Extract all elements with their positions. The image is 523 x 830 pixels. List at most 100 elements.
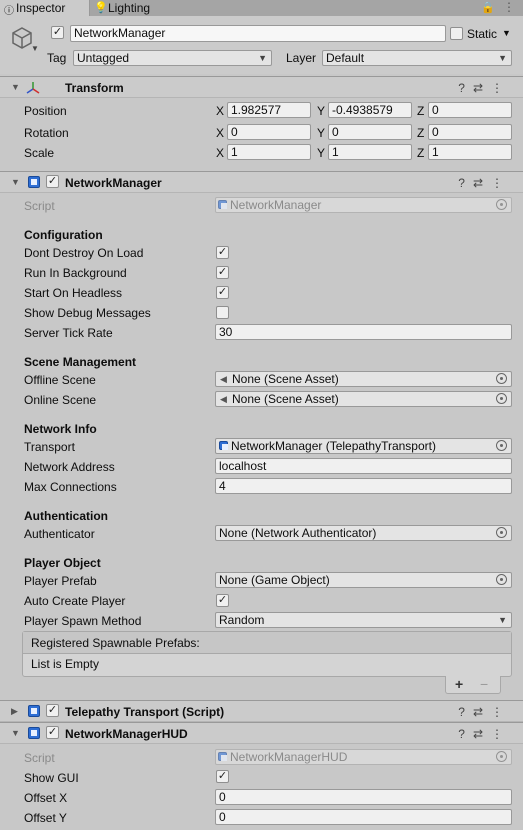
axis-z-label: Z (417, 146, 425, 160)
object-header: ▼ ✓ NetworkManager Static ▼ Tag Untagged… (0, 16, 523, 74)
run-in-background-checkbox[interactable]: ✓ (216, 266, 229, 279)
scale-x-field[interactable]: 1 (227, 144, 311, 160)
foldout-arrow-icon[interactable]: ▶ (11, 706, 18, 717)
network-address-field[interactable]: localhost (215, 458, 512, 474)
layer-dropdown[interactable]: Default ▼ (322, 50, 512, 66)
object-name-field[interactable]: NetworkManager (70, 25, 446, 42)
hud-header[interactable]: ▼ ✓ NetworkManagerHUD ?⇄⋮ (0, 722, 523, 744)
list-empty-text: List is Empty (31, 657, 100, 671)
max-connections-label: Max Connections (24, 480, 117, 494)
component-icons[interactable]: ?⇄⋮ (458, 727, 511, 741)
run-in-background-label: Run In Background (24, 266, 127, 280)
tag-value: Untagged (77, 51, 130, 65)
static-checkbox[interactable] (450, 27, 463, 40)
object-picker-icon[interactable] (496, 440, 507, 451)
foldout-arrow-icon[interactable]: ▼ (11, 728, 20, 738)
auto-create-checkbox[interactable]: ✓ (216, 594, 229, 607)
script-icon (28, 176, 40, 188)
offset-y-label: Offset Y (24, 811, 67, 825)
start-on-headless-checkbox[interactable]: ✓ (216, 286, 229, 299)
chevron-down-icon: ▼ (258, 53, 267, 63)
show-debug-checkbox[interactable] (216, 306, 229, 319)
list-footer: + − (445, 676, 501, 694)
component-icons[interactable]: ?⇄⋮ (458, 705, 511, 719)
component-enabled-checkbox[interactable]: ✓ (46, 175, 59, 188)
hud-title: NetworkManagerHUD (65, 727, 188, 741)
offline-scene-field[interactable]: ◀ None (Scene Asset) (215, 371, 512, 387)
tab-inspector-label: Inspector (16, 1, 66, 15)
offset-x-field[interactable]: 0 (215, 789, 512, 805)
player-prefab-field[interactable]: None (Game Object) (215, 572, 512, 588)
spawn-method-value: Random (219, 613, 265, 627)
spawn-method-dropdown[interactable]: Random ▼ (215, 612, 512, 628)
component-enabled-checkbox[interactable]: ✓ (46, 704, 59, 717)
layer-value: Default (326, 51, 365, 65)
component-icons[interactable]: ?⇄⋮ (458, 176, 511, 190)
start-on-headless-label: Start On Headless (24, 286, 123, 300)
tab-lighting[interactable]: 💡 Lighting (90, 0, 170, 16)
object-picker-icon[interactable] (496, 393, 507, 404)
rotation-y-field[interactable]: 0 (328, 124, 412, 140)
foldout-arrow-icon[interactable]: ▼ (11, 177, 20, 187)
spawn-method-label: Player Spawn Method (24, 614, 142, 628)
object-picker-icon[interactable] (496, 373, 507, 384)
object-picker-icon[interactable] (496, 574, 507, 585)
show-debug-label: Show Debug Messages (24, 306, 151, 320)
static-dropdown-arrow[interactable]: ▼ (502, 28, 511, 38)
transport-field[interactable]: NetworkManager (TelepathyTransport) (215, 438, 512, 454)
layer-label: Layer (286, 51, 317, 65)
rotation-x-field[interactable]: 0 (227, 124, 311, 140)
menu-icon[interactable]: ⋮ (503, 0, 515, 14)
telepathy-header[interactable]: ▶ ✓ Telepathy Transport (Script) ?⇄⋮ (0, 700, 523, 722)
icon-dropdown-arrow[interactable]: ▼ (31, 44, 39, 53)
checkmark: ✓ (217, 594, 228, 606)
checkmark: ✓ (217, 770, 228, 782)
spawnable-header: Registered Spawnable Prefabs: (31, 636, 200, 650)
dont-destroy-checkbox[interactable]: ✓ (216, 246, 229, 259)
show-gui-checkbox[interactable]: ✓ (216, 770, 229, 783)
offset-y-field[interactable]: 0 (215, 809, 512, 825)
axis-z-label: Z (417, 104, 425, 118)
script-icon (218, 200, 227, 209)
transport-value: NetworkManager (TelepathyTransport) (231, 439, 436, 453)
online-scene-label: Online Scene (24, 393, 97, 407)
offset-x-label: Offset X (24, 791, 68, 805)
authenticator-field[interactable]: None (Network Authenticator) (215, 525, 512, 541)
lock-icon[interactable]: 🔒 (481, 1, 495, 14)
authenticator-value: None (Network Authenticator) (219, 526, 377, 540)
script-field: NetworkManager (215, 197, 512, 213)
rotation-z-field[interactable]: 0 (428, 124, 512, 140)
tag-label: Tag (47, 51, 67, 65)
scale-y-field[interactable]: 1 (328, 144, 412, 160)
foldout-arrow-icon[interactable]: ▼ (11, 82, 20, 92)
active-checkbox[interactable]: ✓ (51, 26, 64, 39)
online-scene-field[interactable]: ◀ None (Scene Asset) (215, 391, 512, 407)
checkmark: ✓ (47, 704, 58, 716)
scene-asset-icon: ◀ (220, 394, 227, 404)
axis-x-label: X (216, 126, 225, 140)
network-info-header: Network Info (24, 422, 97, 436)
max-connections-field[interactable]: 4 (215, 478, 512, 494)
server-tick-rate-field[interactable]: 30 (215, 324, 512, 340)
online-scene-value: None (Scene Asset) (232, 392, 339, 406)
script-icon (28, 705, 40, 717)
position-y-field[interactable]: -0.4938579 (328, 102, 412, 118)
component-enabled-checkbox[interactable]: ✓ (46, 726, 59, 739)
tab-inspector[interactable]: ⓘ Inspector (0, 0, 90, 17)
scale-z-field[interactable]: 1 (428, 144, 512, 160)
object-picker-icon[interactable] (496, 527, 507, 538)
network-address-label: Network Address (24, 460, 115, 474)
transform-axes-icon (26, 82, 40, 94)
position-z-field[interactable]: 0 (428, 102, 512, 118)
remove-button[interactable]: − (480, 676, 488, 692)
transform-header[interactable]: ▼ Transform ?⇄⋮ (0, 76, 523, 98)
component-icons[interactable]: ?⇄⋮ (458, 81, 511, 95)
networkmanager-header[interactable]: ▼ ✓ NetworkManager ?⇄⋮ (0, 171, 523, 193)
networkmanager-title: NetworkManager (65, 176, 162, 190)
tag-dropdown[interactable]: Untagged ▼ (73, 50, 272, 66)
axis-y-label: Y (317, 126, 326, 140)
auto-create-label: Auto Create Player (24, 594, 126, 608)
add-button[interactable]: + (455, 676, 463, 692)
position-x-field[interactable]: 1.982577 (227, 102, 311, 118)
tab-bar: ⓘ Inspector 💡 Lighting 🔒 ⋮ (0, 0, 523, 17)
